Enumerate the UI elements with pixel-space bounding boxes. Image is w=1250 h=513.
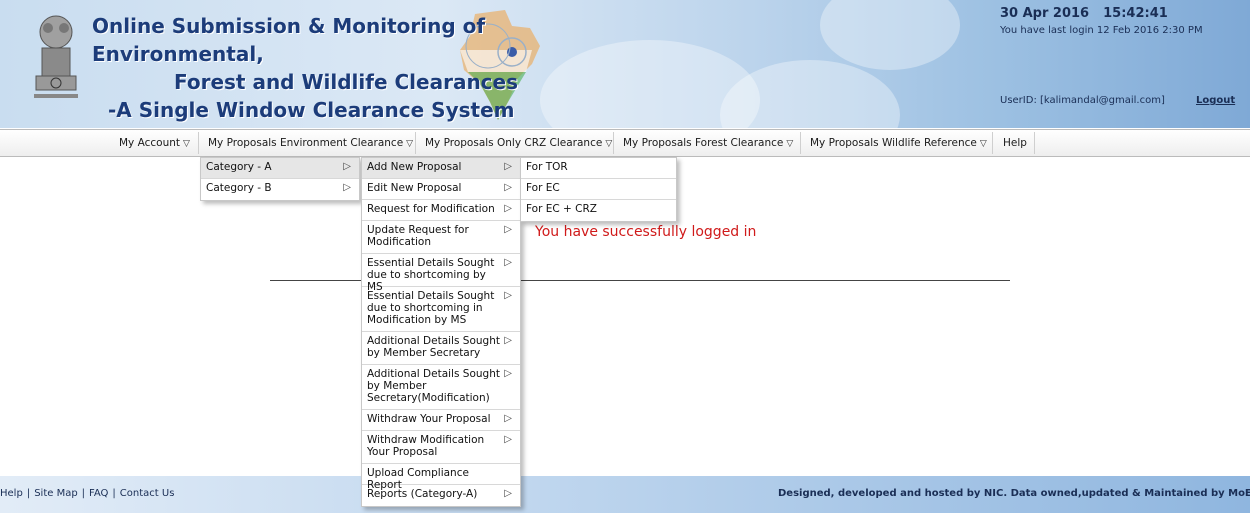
nav-wildlife-reference-label: My Proposals Wildlife Reference	[810, 137, 977, 149]
footer-links: Help | Site Map | FAQ | Contact Us	[0, 488, 174, 499]
footer-link-contact-us[interactable]: Contact Us	[120, 488, 175, 499]
menu-item-essential-details-shortcoming[interactable]: Essential Details Sought due to shortcom…	[362, 254, 520, 293]
menu-item-label: Withdraw Your Proposal	[367, 413, 491, 425]
login-success-message: You have successfully logged in	[535, 224, 757, 240]
user-id-text: UserID: [kalimandal@gmail.com]	[1000, 95, 1165, 106]
nav-my-account[interactable]: My Account ▽	[119, 130, 190, 156]
submenu-arrow-icon: ▷	[343, 161, 351, 172]
submenu-arrow-icon: ▷	[504, 182, 512, 193]
menu-item-label: Additional Details Sought by Member Secr…	[367, 335, 500, 359]
current-date: 30 Apr 2016	[1000, 6, 1090, 21]
current-datetime: 30 Apr 2016 15:42:41	[1000, 6, 1168, 21]
nav-divider	[800, 132, 801, 154]
footer-link-separator: |	[112, 488, 116, 499]
nav-wildlife-reference[interactable]: My Proposals Wildlife Reference ▽	[810, 130, 987, 156]
menu-item-label: Add New Proposal	[367, 161, 462, 173]
menu-item-for-ec[interactable]: For EC	[521, 179, 676, 200]
menu-item-edit-new-proposal[interactable]: Edit New Proposal ▷	[362, 179, 520, 200]
site-title: Online Submission & Monitoring of Enviro…	[84, 12, 644, 124]
menu-item-label: Additional Details Sought by Member Secr…	[367, 368, 500, 404]
chevron-down-icon: ▽	[605, 139, 613, 149]
site-title-line-2: Forest and Wildlife Clearances	[174, 70, 519, 94]
submenu-arrow-icon: ▷	[504, 257, 512, 268]
proposal-actions-menu: Add New Proposal ▷ Edit New Proposal ▷ Req…	[361, 157, 521, 507]
menu-item-withdraw-proposal[interactable]: Withdraw Your Proposal ▷	[362, 410, 520, 431]
menu-item-essential-details-modification[interactable]: Essential Details Sought due to shortcom…	[362, 287, 520, 332]
main-nav-bar: My Account ▽ My Proposals Environment Cle…	[0, 129, 1250, 157]
submenu-arrow-icon: ▷	[343, 182, 351, 193]
site-title-line-3: -A Single Window Clearance System	[108, 98, 515, 122]
menu-item-label: Reports (Category-A)	[367, 488, 478, 500]
menu-item-category-b[interactable]: Category - B ▷	[201, 179, 359, 200]
menu-item-label: Category - B	[206, 182, 272, 194]
nav-divider	[613, 132, 614, 154]
footer-link-help[interactable]: Help	[0, 488, 23, 499]
menu-item-update-request-for-modification[interactable]: Update Request for Modification ▷	[362, 221, 520, 254]
menu-item-label: Edit New Proposal	[367, 182, 462, 194]
nav-divider	[198, 132, 199, 154]
menu-item-request-for-modification[interactable]: Request for Modification ▷	[362, 200, 520, 221]
nav-help[interactable]: Help	[1003, 130, 1027, 156]
clearance-type-menu: For TOR For EC For EC + CRZ	[520, 157, 677, 222]
site-footer: Help | Site Map | FAQ | Contact Us Designed, d…	[0, 476, 1250, 513]
menu-item-label: Withdraw Modification Your Proposal	[367, 434, 485, 458]
nav-forest-clearance-label: My Proposals Forest Clearance	[623, 137, 784, 149]
site-title-line-1: Online Submission & Monitoring of Enviro…	[92, 14, 486, 66]
submenu-arrow-icon: ▷	[504, 368, 512, 379]
menu-item-upload-compliance-report[interactable]: Upload Compliance Report	[362, 464, 520, 491]
submenu-arrow-icon: ▷	[504, 203, 512, 214]
submenu-arrow-icon: ▷	[504, 290, 512, 301]
submenu-arrow-icon: ▷	[504, 488, 512, 499]
menu-item-label: For EC	[526, 182, 560, 194]
logout-link[interactable]: Logout	[1196, 95, 1235, 106]
chevron-down-icon: ▽	[979, 139, 987, 149]
nav-forest-clearance[interactable]: My Proposals Forest Clearance ▽	[623, 130, 793, 156]
submenu-arrow-icon: ▷	[504, 434, 512, 445]
nav-help-label: Help	[1003, 137, 1027, 149]
footer-link-separator: |	[26, 488, 31, 499]
menu-item-label: Category - A	[206, 161, 272, 173]
chevron-down-icon: ▽	[786, 139, 794, 149]
menu-item-additional-details-modification[interactable]: Additional Details Sought by Member Secr…	[362, 365, 520, 410]
menu-item-label: Essential Details Sought due to shortcom…	[367, 290, 495, 326]
menu-item-withdraw-modification[interactable]: Withdraw Modification Your Proposal ▷	[362, 431, 520, 464]
submenu-arrow-icon: ▷	[504, 224, 512, 235]
nav-divider	[1034, 132, 1035, 154]
menu-item-reports-category-a[interactable]: Reports (Category-A) ▷	[362, 485, 520, 506]
menu-item-label: Update Request for Modification	[367, 224, 469, 248]
menu-item-category-a[interactable]: Category - A ▷	[201, 158, 359, 179]
menu-item-for-ec-crz[interactable]: For EC + CRZ	[521, 200, 676, 221]
nav-my-account-label: My Account	[119, 137, 181, 149]
footer-credit: Designed, developed and hosted by NIC. D…	[778, 488, 1250, 499]
submenu-arrow-icon: ▷	[504, 335, 512, 346]
nav-crz-clearance-label: My Proposals Only CRZ Clearance	[425, 137, 603, 149]
nav-divider	[415, 132, 416, 154]
national-emblem-icon	[34, 15, 78, 98]
category-menu: Category - A ▷ Category - B ▷	[200, 157, 360, 201]
submenu-arrow-icon: ▷	[504, 413, 512, 424]
nav-environment-clearance[interactable]: My Proposals Environment Clearance ▽	[208, 130, 413, 156]
footer-link-faq[interactable]: FAQ	[89, 488, 108, 499]
current-time: 15:42:41	[1103, 6, 1168, 21]
footer-link-separator: |	[81, 488, 86, 499]
menu-item-add-new-proposal[interactable]: Add New Proposal ▷	[362, 158, 520, 179]
menu-item-additional-details-member-secretary[interactable]: Additional Details Sought by Member Secr…	[362, 332, 520, 365]
nav-environment-clearance-label: My Proposals Environment Clearance	[208, 137, 404, 149]
last-login-text: You have last login 12 Feb 2016 2:30 PM	[1000, 25, 1203, 36]
submenu-arrow-icon: ▷	[504, 161, 512, 172]
chevron-down-icon: ▽	[406, 139, 414, 149]
menu-item-for-tor[interactable]: For TOR	[521, 158, 676, 179]
nav-divider	[992, 132, 993, 154]
chevron-down-icon: ▽	[183, 139, 190, 149]
menu-item-label: Request for Modification	[367, 203, 495, 215]
nav-crz-clearance[interactable]: My Proposals Only CRZ Clearance ▽	[425, 130, 612, 156]
footer-link-site-map[interactable]: Site Map	[34, 488, 77, 499]
menu-item-label: For EC + CRZ	[526, 203, 598, 215]
site-header: Online Submission & Monitoring of Enviro…	[0, 0, 1250, 128]
menu-item-label: For TOR	[526, 161, 568, 173]
